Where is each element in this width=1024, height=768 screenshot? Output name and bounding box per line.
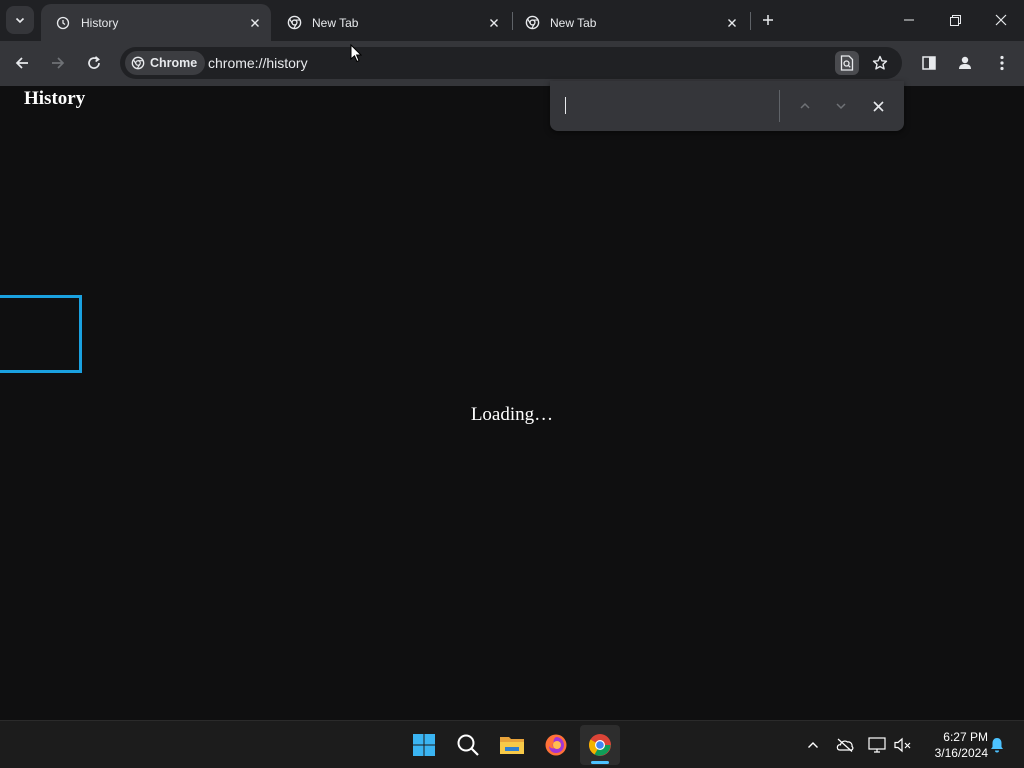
search-icon	[457, 734, 479, 756]
chevron-up-icon	[808, 742, 818, 748]
arrow-left-icon	[15, 57, 28, 69]
more-vertical-icon	[1000, 55, 1004, 71]
restore-button[interactable]	[932, 0, 978, 40]
system-clock[interactable]: 6:27 PM 3/16/2024	[918, 729, 988, 761]
taskbar-search-button[interactable]	[448, 725, 488, 765]
chrome-taskbar-button[interactable]	[580, 725, 620, 765]
loading-text: Loading…	[470, 404, 554, 425]
plus-icon	[763, 15, 773, 25]
find-in-page-button[interactable]	[835, 51, 859, 75]
volume-muted-icon	[894, 737, 911, 753]
close-window-button[interactable]	[978, 0, 1024, 40]
tab-new-tab-2[interactable]: New Tab	[510, 4, 748, 41]
chrome-icon	[131, 56, 145, 70]
bell-icon	[991, 738, 1003, 753]
minimize-button[interactable]	[886, 0, 932, 40]
windows-start-icon	[413, 734, 435, 756]
menu-button[interactable]	[988, 49, 1016, 77]
reload-icon	[88, 56, 100, 69]
profile-icon	[959, 56, 971, 69]
new-tab-button[interactable]	[756, 8, 780, 32]
arrow-right-icon	[52, 57, 65, 69]
chrome-icon	[589, 734, 611, 756]
active-app-indicator	[591, 761, 609, 764]
cloud-offline-icon	[836, 738, 854, 752]
show-hidden-icons-button[interactable]	[801, 733, 825, 757]
volume-button[interactable]	[891, 733, 915, 757]
close-tab-icon[interactable]	[722, 13, 742, 33]
find-in-page-icon	[840, 55, 854, 71]
find-separator	[779, 90, 780, 122]
focus-outline	[0, 295, 82, 373]
tab-separator	[750, 12, 751, 30]
star-icon	[872, 55, 888, 70]
page-content: History Loading…	[0, 86, 1024, 720]
find-next-button[interactable]	[829, 94, 853, 118]
history-icon	[55, 15, 71, 31]
back-button[interactable]	[8, 49, 36, 77]
file-explorer-icon	[500, 737, 524, 754]
notifications-button[interactable]	[985, 733, 1009, 757]
close-tab-icon[interactable]	[245, 13, 265, 33]
side-panel-icon	[922, 56, 936, 70]
mouse-cursor	[350, 43, 363, 68]
network-button[interactable]	[865, 733, 889, 757]
address-bar[interactable]: Chrome chrome://history	[120, 47, 902, 79]
chevron-down-icon	[836, 103, 846, 110]
close-tab-icon[interactable]	[484, 13, 504, 33]
chevron-up-icon	[800, 102, 810, 109]
minimize-icon	[904, 19, 914, 21]
start-button[interactable]	[404, 725, 444, 765]
profile-button[interactable]	[951, 49, 979, 77]
chrome-icon	[524, 15, 540, 31]
find-close-button[interactable]	[866, 94, 890, 118]
clock-date: 3/16/2024	[934, 746, 988, 760]
clock-time: 6:27 PM	[943, 730, 988, 744]
find-input[interactable]	[562, 91, 772, 121]
restore-icon	[949, 14, 961, 26]
tab-search-button[interactable]	[6, 6, 34, 34]
site-info-chip[interactable]: Chrome	[125, 51, 206, 75]
firefox-icon	[545, 734, 567, 756]
tab-title: New Tab	[312, 15, 359, 30]
firefox-button[interactable]	[536, 725, 576, 765]
chevron-down-icon	[15, 17, 25, 24]
close-icon	[995, 14, 1007, 26]
find-previous-button[interactable]	[793, 94, 817, 118]
tab-strip: History New Tab New Tab	[0, 0, 1024, 41]
close-icon	[872, 100, 884, 112]
reload-button[interactable]	[80, 49, 108, 77]
tab-history[interactable]: History	[41, 4, 271, 41]
tab-title: History	[81, 15, 119, 30]
browser-toolbar: Chrome chrome://history	[0, 41, 1024, 86]
tab-new-tab-1[interactable]: New Tab	[272, 4, 510, 41]
bookmark-button[interactable]	[868, 51, 892, 75]
onedrive-button[interactable]	[833, 733, 857, 757]
network-icon	[868, 737, 886, 753]
find-bar	[550, 81, 904, 131]
page-title: History	[24, 88, 86, 109]
file-explorer-button[interactable]	[492, 725, 532, 765]
side-panel-button[interactable]	[915, 49, 943, 77]
chrome-icon	[286, 15, 302, 31]
url-text[interactable]: chrome://history	[208, 55, 308, 71]
text-caret	[565, 97, 566, 114]
windows-taskbar: 6:27 PM 3/16/2024	[0, 720, 1024, 768]
tab-title: New Tab	[550, 15, 597, 30]
chip-label: Chrome	[150, 56, 198, 70]
forward-button[interactable]	[44, 49, 72, 77]
